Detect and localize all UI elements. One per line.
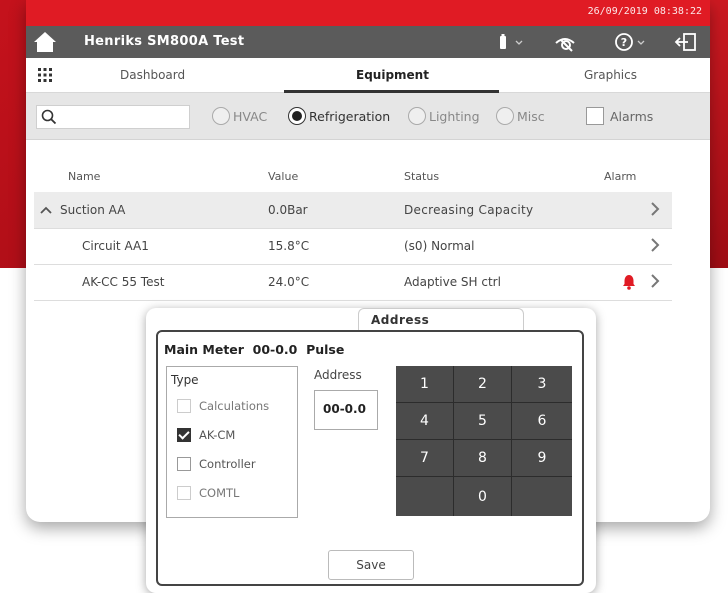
table-row[interactable]: AK-CC 55 Test 24.0°C Adaptive SH ctrl — [34, 264, 672, 301]
checkbox-controller[interactable] — [177, 457, 191, 471]
alarms-label: Alarms — [610, 108, 654, 124]
row-value: 0.0Bar — [268, 203, 308, 217]
app-header: Henriks SM800A Test ? — [26, 26, 710, 58]
type-option-calculations[interactable]: Calculations — [177, 399, 269, 413]
type-option-label: COMTL — [199, 486, 240, 500]
home-icon[interactable] — [32, 29, 58, 55]
meter-dialog: Main Meter 00-0.0 Pulse Type Calculation… — [156, 330, 584, 586]
key-2[interactable]: 2 — [454, 366, 512, 403]
address-tab-label: Address — [371, 313, 430, 327]
checkbox-calculations[interactable] — [177, 399, 191, 413]
radio-misc[interactable] — [496, 107, 514, 125]
checkbox-comtl[interactable] — [177, 486, 191, 500]
filter-refrigeration-label: Refrigeration — [309, 108, 391, 124]
address-label: Address — [314, 368, 362, 382]
table-row[interactable]: Circuit AA1 15.8°C (s0) Normal — [34, 228, 672, 265]
radio-refrigeration[interactable] — [288, 107, 306, 125]
row-status: (s0) Normal — [404, 239, 475, 253]
battery-icon[interactable] — [498, 31, 528, 53]
no-signal-icon[interactable] — [552, 31, 578, 53]
key-blank-right — [512, 477, 572, 516]
filter-hvac[interactable]: HVAC — [212, 107, 267, 125]
tab-graphics[interactable]: Graphics — [584, 68, 637, 82]
alarm-bell-icon[interactable] — [622, 274, 636, 290]
search-box — [36, 105, 190, 129]
tab-bar: Dashboard Equipment Graphics — [26, 58, 710, 93]
row-name: Circuit AA1 — [82, 239, 149, 253]
type-option-label: Calculations — [199, 399, 270, 413]
key-3[interactable]: 3 — [512, 366, 572, 403]
key-7[interactable]: 7 — [396, 440, 454, 477]
tab-equipment[interactable]: Equipment — [356, 68, 429, 82]
filter-refrigeration[interactable]: Refrigeration — [288, 107, 390, 125]
filter-bar: HVAC Refrigeration Lighting Misc Alarms — [26, 93, 710, 140]
row-value: 24.0°C — [268, 275, 310, 289]
save-button[interactable]: Save — [328, 550, 414, 580]
type-option-controller[interactable]: Controller — [177, 457, 256, 471]
header-name: Name — [68, 170, 101, 183]
datetime-text: 26/09/2019 08:38:22 — [587, 6, 702, 17]
row-status: Adaptive SH ctrl — [404, 275, 501, 289]
dialog-title: Main Meter 00-0.0 Pulse — [164, 342, 345, 357]
row-name: Suction AA — [60, 203, 126, 217]
type-option-label: AK-CM — [199, 428, 236, 442]
radio-lighting[interactable] — [408, 107, 426, 125]
key-blank-left — [396, 477, 454, 516]
type-option-comtl[interactable]: COMTL — [177, 486, 239, 500]
chevron-right-icon[interactable] — [650, 201, 660, 217]
help-icon[interactable]: ? — [614, 31, 650, 53]
key-8[interactable]: 8 — [454, 440, 512, 477]
filter-hvac-label: HVAC — [233, 108, 268, 124]
alarms-filter[interactable]: Alarms — [586, 107, 653, 125]
table-row[interactable]: Suction AA 0.0Bar Decreasing Capacity — [34, 192, 672, 229]
chevron-right-icon[interactable] — [650, 273, 660, 289]
filter-misc[interactable]: Misc — [496, 107, 545, 125]
key-1[interactable]: 1 — [396, 366, 454, 403]
header-value: Value — [268, 170, 299, 183]
alarms-checkbox[interactable] — [586, 107, 604, 125]
key-4[interactable]: 4 — [396, 403, 454, 440]
filter-lighting-label: Lighting — [429, 108, 480, 124]
row-name: AK-CC 55 Test — [82, 275, 165, 289]
chevron-right-icon[interactable] — [650, 237, 660, 253]
type-group: Type Calculations AK-CM Controller COMTL — [166, 366, 298, 518]
type-option-label: Controller — [199, 457, 256, 471]
address-tab[interactable]: Address — [358, 308, 524, 331]
key-9[interactable]: 9 — [512, 440, 572, 477]
address-value: 00-0.0 — [323, 402, 366, 416]
key-0[interactable]: 0 — [454, 477, 512, 516]
tab-dashboard[interactable]: Dashboard — [120, 68, 185, 82]
status-bar: 26/09/2019 08:38:22 — [26, 0, 710, 26]
app-title: Henriks SM800A Test — [84, 34, 245, 49]
logout-icon[interactable] — [674, 31, 698, 53]
filter-misc-label: Misc — [517, 108, 545, 124]
filter-lighting[interactable]: Lighting — [408, 107, 480, 125]
key-5[interactable]: 5 — [454, 403, 512, 440]
type-option-ak-cm[interactable]: AK-CM — [177, 428, 235, 442]
checkbox-ak-cm[interactable] — [177, 428, 191, 442]
header-status: Status — [404, 170, 440, 183]
svg-text:?: ? — [621, 36, 627, 49]
numeric-keypad: 1 2 3 4 5 6 7 8 9 0 — [396, 366, 572, 516]
key-6[interactable]: 6 — [512, 403, 572, 440]
address-field[interactable]: 00-0.0 — [314, 390, 378, 430]
row-value: 15.8°C — [268, 239, 310, 253]
type-label: Type — [171, 373, 199, 387]
collapse-icon[interactable] — [40, 205, 52, 215]
search-input[interactable] — [59, 107, 181, 125]
search-icon — [41, 109, 57, 125]
radio-hvac[interactable] — [212, 107, 230, 125]
grid-menu-icon[interactable] — [38, 68, 52, 82]
row-status: Decreasing Capacity — [404, 203, 534, 217]
header-alarm: Alarm — [604, 170, 637, 183]
